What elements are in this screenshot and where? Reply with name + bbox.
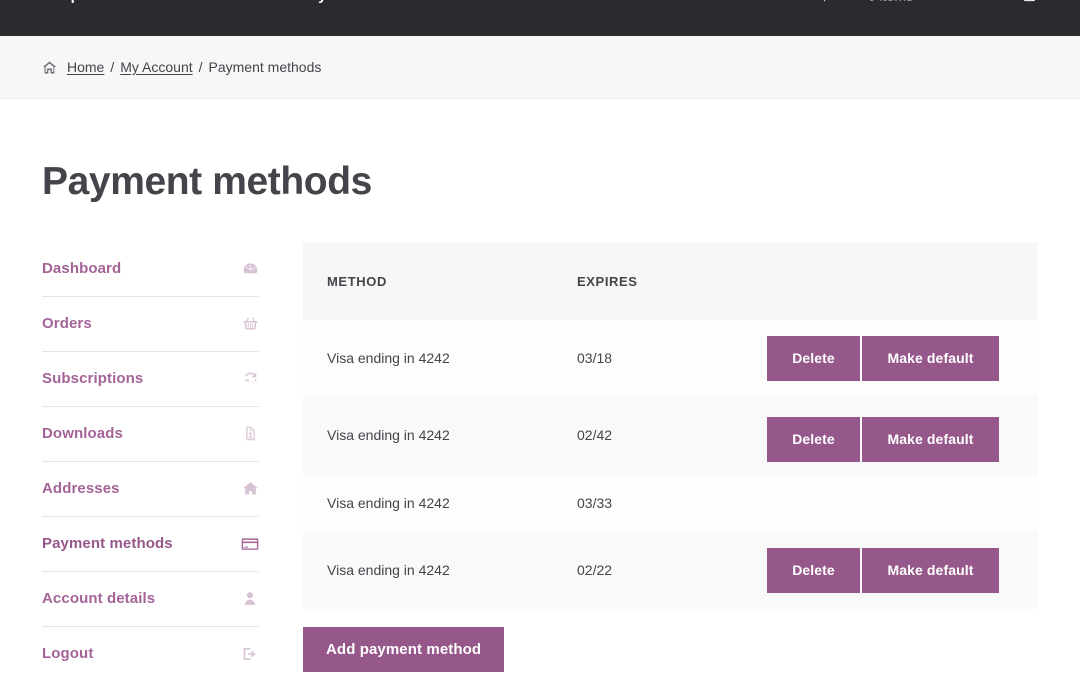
- breadcrumb-separator: /: [199, 60, 203, 74]
- nav-link-checkout[interactable]: Checkout: [194, 0, 285, 6]
- page-container: Payment methods Dashboard Orders: [0, 161, 1080, 675]
- breadcrumb-link-my-account[interactable]: My Account: [120, 60, 192, 74]
- column-header-actions: [743, 242, 1038, 320]
- sign-out-icon: [241, 646, 259, 662]
- add-payment-method-button[interactable]: Add payment method: [303, 627, 504, 672]
- make-default-button[interactable]: Make default: [862, 548, 999, 593]
- breadcrumb-current: Payment methods: [209, 60, 322, 74]
- column-header-method: METHOD: [303, 242, 553, 320]
- basket-icon: [241, 315, 259, 332]
- payment-methods-content: METHOD EXPIRES Visa ending in 4242 03/18…: [303, 242, 1038, 672]
- row-action-buttons: Delete Make default: [767, 417, 1014, 462]
- sidebar-item-payment-methods[interactable]: Payment methods: [42, 517, 259, 572]
- user-icon: [241, 590, 259, 607]
- nav-link-shop-label: Shop: [42, 0, 80, 4]
- sidebar-item-label: Logout: [42, 645, 93, 662]
- sidebar-item-label: Downloads: [42, 425, 123, 442]
- cart-total: $0.00: [820, 0, 858, 6]
- nav-link-shop[interactable]: Shop: [42, 0, 102, 6]
- sidebar-item-addresses[interactable]: Addresses: [42, 462, 259, 517]
- sidebar-item-dashboard[interactable]: Dashboard: [42, 242, 259, 297]
- sidebar-item-label: Dashboard: [42, 260, 121, 277]
- table-row: Visa ending in 4242 02/22 Delete Make de…: [303, 532, 1038, 609]
- table-row: Visa ending in 4242 02/42 Delete Make de…: [303, 397, 1038, 474]
- account-sidebar: Dashboard Orders Subscriptions: [42, 242, 259, 675]
- sidebar-item-label: Orders: [42, 315, 92, 332]
- page-title: Payment methods: [42, 161, 1038, 204]
- cell-method: Visa ending in 4242: [303, 532, 553, 609]
- file-download-icon: [241, 425, 259, 442]
- breadcrumb: Home / My Account / Payment methods: [0, 60, 321, 75]
- delete-button[interactable]: Delete: [767, 548, 860, 593]
- refresh-icon: [241, 370, 259, 387]
- cell-expires: 03/33: [553, 474, 743, 532]
- sidebar-item-label: Account details: [42, 590, 155, 607]
- table-header: METHOD EXPIRES: [303, 242, 1038, 320]
- nav-link-my-account[interactable]: My Account: [305, 0, 412, 6]
- payment-methods-table: METHOD EXPIRES Visa ending in 4242 03/18…: [303, 242, 1038, 609]
- cell-expires: 03/18: [553, 320, 743, 397]
- sidebar-item-label: Payment methods: [42, 535, 173, 552]
- sidebar-item-logout[interactable]: Logout: [42, 627, 259, 675]
- column-header-expires: EXPIRES: [553, 242, 743, 320]
- row-action-buttons: Delete Make default: [767, 336, 1014, 381]
- primary-nav: Shop Cart Checkout My Account: [42, 0, 433, 6]
- cell-actions: Delete Make default: [743, 397, 1038, 474]
- table-body: Visa ending in 4242 03/18 Delete Make de…: [303, 320, 1038, 609]
- top-navigation-bar: Shop Cart Checkout My Account $0.00 0 it…: [0, 0, 1080, 36]
- sidebar-item-account-details[interactable]: Account details: [42, 572, 259, 627]
- cell-method: Visa ending in 4242: [303, 320, 553, 397]
- cell-method: Visa ending in 4242: [303, 397, 553, 474]
- row-action-buttons: Delete Make default: [767, 548, 1014, 593]
- sidebar-item-subscriptions[interactable]: Subscriptions: [42, 352, 259, 407]
- sidebar-item-label: Subscriptions: [42, 370, 143, 387]
- delete-button[interactable]: Delete: [767, 336, 860, 381]
- breadcrumb-bar: Home / My Account / Payment methods: [0, 36, 1080, 99]
- delete-button[interactable]: Delete: [767, 417, 860, 462]
- home-icon: [241, 480, 259, 497]
- home-icon: [42, 60, 57, 75]
- cell-method: Visa ending in 4242: [303, 474, 553, 532]
- cell-actions: [743, 474, 1038, 532]
- cell-expires: 02/22: [553, 532, 743, 609]
- credit-card-icon: [241, 537, 259, 551]
- table-row: Visa ending in 4242 03/33: [303, 474, 1038, 532]
- make-default-button[interactable]: Make default: [862, 336, 999, 381]
- cell-expires: 02/42: [553, 397, 743, 474]
- sidebar-item-label: Addresses: [42, 480, 120, 497]
- cell-actions: Delete Make default: [743, 320, 1038, 397]
- nav-link-cart[interactable]: Cart: [122, 0, 174, 6]
- cart-item-count: 0 items: [868, 0, 913, 6]
- sidebar-item-downloads[interactable]: Downloads: [42, 407, 259, 462]
- table-header-row: METHOD EXPIRES: [303, 242, 1038, 320]
- cell-actions: Delete Make default: [743, 532, 1038, 609]
- make-default-button[interactable]: Make default: [862, 417, 999, 462]
- shopping-cart-icon[interactable]: [1021, 0, 1038, 5]
- breadcrumb-separator: /: [110, 60, 114, 74]
- cart-summary[interactable]: $0.00 0 items: [820, 0, 1038, 6]
- breadcrumb-link-home[interactable]: Home: [67, 60, 104, 74]
- table-row: Visa ending in 4242 03/18 Delete Make de…: [303, 320, 1038, 397]
- sidebar-item-orders[interactable]: Orders: [42, 297, 259, 352]
- add-payment-method-wrapper: Add payment method: [303, 627, 1038, 672]
- dashboard-gauge-icon: [241, 260, 259, 277]
